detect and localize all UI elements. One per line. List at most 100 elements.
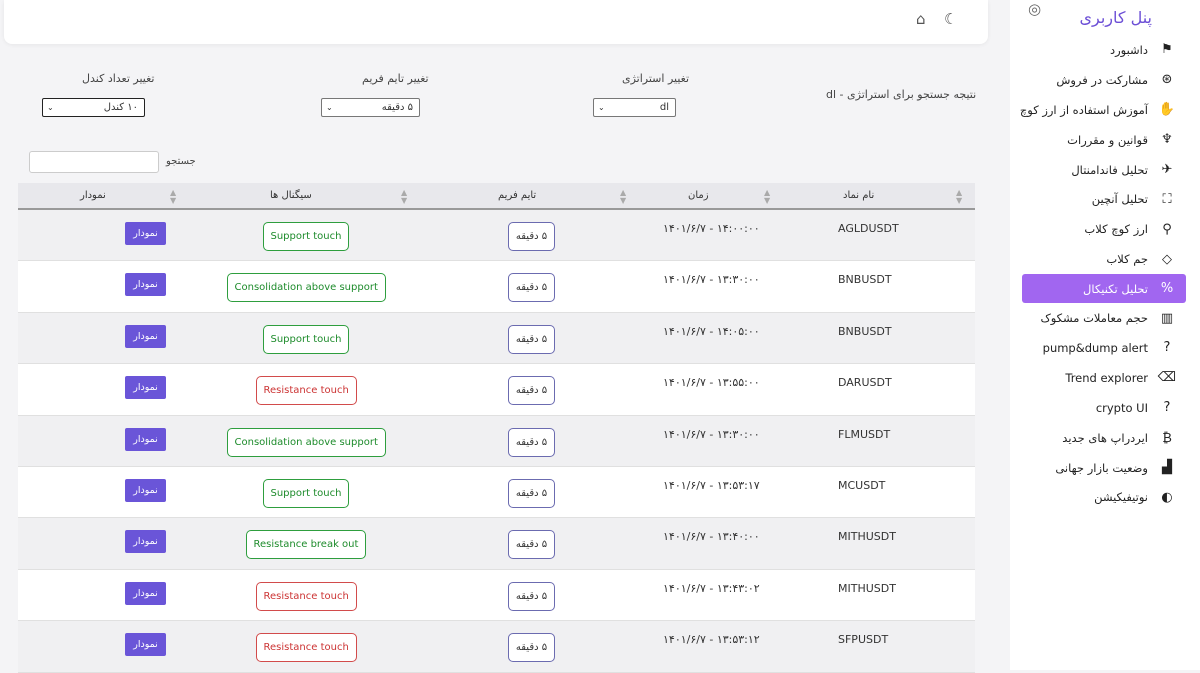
symbol-cell: DARUSDT [838, 376, 892, 390]
sidebar-item-label: pump&dump alert [1042, 340, 1148, 355]
symbol-cell: BNBUSDT [838, 273, 892, 287]
symbol-cell: MCUSDT [838, 478, 886, 492]
strategy-label: تغییر استراتژی [622, 72, 690, 85]
signal-badge: Support touch [262, 324, 350, 354]
sidebar-item[interactable]: ⛶ تحلیل آنچین [1010, 184, 1200, 214]
time-cell: ۱۴۰۱/۶/۷ - ۱۳:۳۰:۰۰ [663, 273, 760, 287]
sidebar-item-icon: ⚲ [1162, 221, 1172, 237]
candles-select[interactable]: ۱۰ کندل ⌄ [42, 98, 145, 117]
time-cell: ۱۴۰۱/۶/۷ - ۱۴:۰۵:۰۰ [663, 324, 760, 338]
time-cell: ۱۴۰۱/۶/۷ - ۱۳:۵۵:۰۰ [663, 376, 760, 390]
sidebar-item[interactable]: ♆ قوانین و مقررات [1010, 125, 1200, 155]
signal-badge: Resistance touch [255, 633, 357, 663]
sidebar-item[interactable]: ⊛ مشارکت در فروش [1010, 65, 1200, 95]
sidebar-item[interactable]: ▥ حجم معاملات مشکوک [1010, 303, 1200, 333]
sidebar-item-label: جم کلاب [1106, 252, 1148, 267]
timeframe-badge: ۵ دقیقه [508, 324, 555, 354]
timeframe-select[interactable]: ۵ دقیقه ⌄ [321, 98, 420, 117]
sidebar-item[interactable]: ✈ تحلیل فاندامنتال [1010, 155, 1200, 185]
top-header: ☾ ⌂ [4, 0, 988, 44]
chart-button[interactable]: نمودار [125, 478, 166, 502]
sort-icon[interactable]: ▲ ▼ [401, 189, 407, 205]
sidebar-item-icon: ⛶ [1162, 191, 1172, 207]
time-cell: ۱۴۰۱/۶/۷ - ۱۳:۳۰:۰۰ [663, 427, 760, 441]
sidebar-item-label: تحلیل تکنیکال [1083, 281, 1148, 296]
chart-button[interactable]: نمودار [125, 376, 166, 400]
sidebar-item[interactable]: ⌫ Trend explorer [1010, 363, 1200, 393]
chart-button[interactable]: نمودار [125, 581, 166, 605]
sidebar-item[interactable]: ▟ وضعیت بازار جهانی [1010, 453, 1200, 483]
sidebar-item-icon: ⌫ [1157, 370, 1176, 386]
column-header-timeframe[interactable]: تایم فریم [498, 190, 536, 201]
chart-button[interactable]: نمودار [125, 222, 166, 245]
sidebar-item-label: قوانین و مقررات [1067, 132, 1148, 147]
home-icon[interactable]: ⌂ [916, 10, 926, 28]
table-row: BNBUSDT ۱۴۰۱/۶/۷ - ۱۳:۳۰:۰۰ ۵ دقیقه Consoli… [18, 261, 975, 313]
symbol-cell: MITHUSDT [838, 530, 896, 544]
sidebar-item-icon: % [1160, 281, 1174, 297]
sidebar-item-label: Trend explorer [1065, 370, 1148, 385]
timeframe-label: تغییر تایم فریم [362, 72, 429, 85]
sidebar-item[interactable]: ⚑ داشبورد [1010, 35, 1200, 65]
column-header-time[interactable]: زمان [688, 190, 709, 201]
sidebar-item-icon: ₿ [1162, 430, 1172, 446]
sort-icon[interactable]: ▲ ▼ [620, 189, 626, 205]
timeframe-badge: ۵ دقیقه [508, 376, 555, 406]
sidebar-item-label: ارز کوچ کلاب [1084, 222, 1148, 237]
sidebar-item[interactable]: ? pump&dump alert [1010, 333, 1200, 363]
time-cell: ۱۴۰۱/۶/۷ - ۱۳:۴۳:۰۲ [663, 581, 760, 595]
sidebar-item-icon: ✋ [1158, 102, 1176, 118]
table-row: DARUSDT ۱۴۰۱/۶/۷ - ۱۳:۵۵:۰۰ ۵ دقیقه Resista… [18, 364, 975, 416]
signal-badge: Support touch [262, 222, 350, 251]
chart-button[interactable]: نمودار [125, 427, 166, 451]
column-header-symbol[interactable]: نام نماد [843, 190, 874, 201]
sidebar-item-label: تحلیل آنچین [1091, 192, 1148, 207]
chart-button[interactable]: نمودار [125, 633, 166, 657]
sidebar-item-icon: ? [1163, 340, 1171, 356]
time-cell: ۱۴۰۱/۶/۷ - ۱۳:۴۰:۰۰ [663, 530, 760, 544]
sidebar-item[interactable]: ₿ ایردراپ های جدید [1010, 423, 1200, 453]
time-cell: ۱۴۰۱/۶/۷ - ۱۳:۵۳:۱۷ [663, 478, 760, 492]
sort-icon[interactable]: ▲ ▼ [956, 189, 962, 205]
sidebar-item[interactable]: ? crypto UI [1010, 393, 1200, 423]
sidebar-item-label: آموزش استفاده از ارز کوچ [1019, 102, 1148, 117]
chart-button[interactable]: نمودار [125, 324, 166, 348]
strategy-select[interactable]: dl ⌄ [593, 98, 676, 117]
sort-icon[interactable]: ▲ ▼ [170, 189, 176, 205]
sidebar-item-label: حجم معاملات مشکوک [1040, 311, 1148, 326]
symbol-cell: MITHUSDT [838, 581, 896, 595]
chevron-down-icon: ⌄ [598, 103, 605, 112]
timeframe-badge: ۵ دقیقه [508, 222, 555, 251]
sidebar-item-icon: ▟ [1162, 460, 1172, 476]
chevron-down-icon: ⌄ [326, 103, 333, 112]
sidebar-item[interactable]: % تحلیل تکنیکال [1022, 274, 1186, 304]
sidebar-item-label: وضعیت بازار جهانی [1055, 460, 1148, 475]
column-header-chart[interactable]: نمودار [80, 190, 106, 201]
sidebar-item[interactable]: ✋ آموزش استفاده از ارز کوچ [1010, 95, 1200, 125]
search-input[interactable] [29, 151, 159, 173]
chart-button[interactable]: نمودار [125, 530, 166, 554]
chevron-down-icon: ⌄ [47, 103, 54, 112]
strategy-value: dl [659, 102, 669, 113]
chart-button[interactable]: نمودار [125, 273, 166, 297]
sidebar-nav: ⚑ داشبورد ⊛ مشارکت در فروش ✋ آموزش استفاده از… [1010, 35, 1200, 512]
sidebar-item[interactable]: ⚲ ارز کوچ کلاب [1010, 214, 1200, 244]
sidebar-item[interactable]: ◐ نوتیفیکیشن [1010, 482, 1200, 512]
timeframe-badge: ۵ دقیقه [508, 273, 555, 303]
table-row: MCUSDT ۱۴۰۱/۶/۷ - ۱۳:۵۳:۱۷ ۵ دقیقه Support … [18, 466, 975, 519]
signals-table: نام نماد ▲ ▼ زمان ▲ ▼ تایم فریم ▲ ▼ سیگنال … [18, 183, 975, 673]
timeframe-badge: ۵ دقیقه [508, 633, 555, 663]
candles-value: ۱۰ کندل [103, 102, 138, 113]
dark-mode-icon[interactable]: ☾ [944, 10, 957, 28]
sort-icon[interactable]: ▲ ▼ [764, 189, 770, 205]
sidebar-item-icon: ◐ [1161, 489, 1173, 505]
column-header-signals[interactable]: سیگنال ها [270, 190, 312, 201]
table-row: AGLDUSDT ۱۴۰۱/۶/۷ - ۱۴:۰۰:۰۰ ۵ دقیقه Suppor… [18, 210, 975, 262]
timeframe-badge: ۵ دقیقه [508, 530, 555, 560]
time-cell: ۱۴۰۱/۶/۷ - ۱۴:۰۰:۰۰ [663, 222, 760, 235]
sidebar: ◎ پنل کاربری ⚑ داشبورد ⊛ مشارکت در فروش ✋ آمو… [1010, 0, 1200, 670]
sidebar-item-icon: ♆ [1161, 132, 1173, 148]
sidebar-item[interactable]: ◇ جم کلاب [1010, 244, 1200, 274]
timeframe-badge: ۵ دقیقه [508, 427, 555, 457]
table-row: MITHUSDT ۱۴۰۱/۶/۷ - ۱۳:۴۰:۰۰ ۵ دقیقه Resist… [18, 518, 975, 570]
